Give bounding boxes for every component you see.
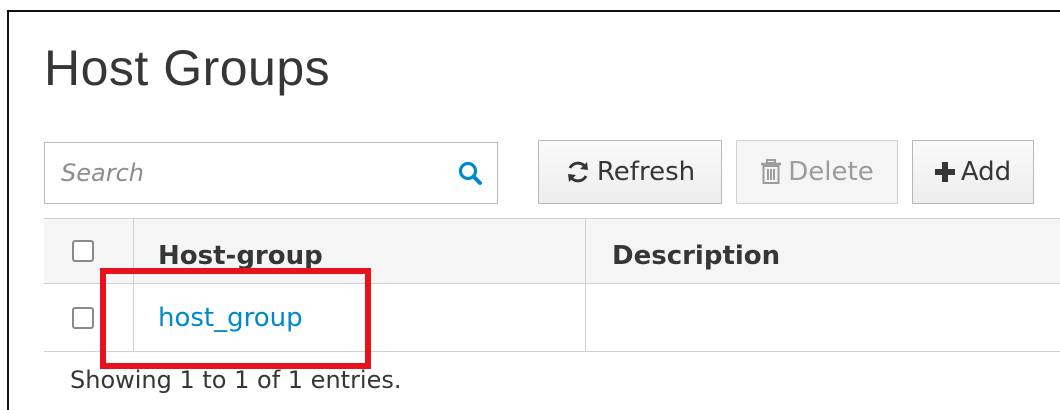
description-cell — [586, 284, 1060, 351]
refresh-label: Refresh — [596, 157, 696, 187]
column-header-label: Host-group — [158, 241, 323, 271]
page-title: Host Groups — [44, 40, 331, 96]
search-button[interactable] — [443, 143, 497, 203]
refresh-icon — [567, 161, 588, 183]
host-group-link[interactable]: host_group — [158, 303, 303, 333]
row-checkbox-cell — [44, 284, 134, 351]
search-box — [44, 142, 498, 204]
add-button[interactable]: Add — [912, 140, 1034, 204]
search-icon — [458, 161, 482, 185]
column-header-label: Description — [612, 241, 781, 271]
delete-label: Delete — [788, 157, 874, 187]
table-row: host_group — [44, 284, 1060, 352]
column-header-host-group[interactable]: Host-group — [134, 219, 586, 283]
search-input[interactable] — [45, 143, 443, 203]
header-checkbox-cell — [44, 219, 134, 283]
host-groups-table: Host-group Description host_group — [44, 218, 1060, 352]
delete-button[interactable]: Delete — [736, 140, 898, 204]
plus-icon — [934, 162, 955, 182]
trash-icon — [761, 159, 782, 184]
entries-count-text: Showing 1 to 1 of 1 entries. — [70, 366, 402, 394]
add-label: Add — [960, 157, 1012, 187]
table-header: Host-group Description — [44, 218, 1060, 284]
select-all-checkbox[interactable] — [72, 240, 94, 262]
column-header-description[interactable]: Description — [586, 219, 1060, 283]
row-checkbox[interactable] — [72, 306, 94, 329]
refresh-button[interactable]: Refresh — [538, 140, 722, 204]
host-group-cell: host_group — [134, 284, 586, 351]
